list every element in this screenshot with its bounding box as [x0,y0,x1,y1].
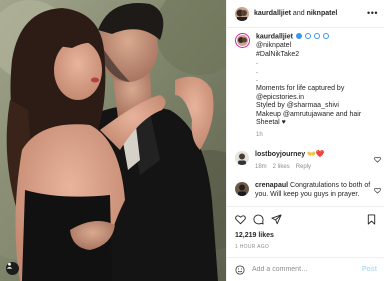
comment-time[interactable]: 18m [255,163,267,172]
avatar-image [235,182,249,196]
caption-line: Makeup @amrutujawane and hair [256,110,362,118]
coauthor-username[interactable]: niknpatel [307,10,338,17]
heart-icon[interactable] [235,214,246,225]
badge-icon [304,33,311,39]
user-tag-button[interactable] [6,262,19,275]
avatar-image [235,151,249,165]
comment-avatar[interactable] [235,182,249,196]
likes-count[interactable]: 12,219 likes [235,232,274,239]
emoji-icon[interactable] [235,264,245,275]
comment-text: 👐❤️ [307,151,325,158]
couple-photo [0,0,226,281]
caption-line: Moments for life captured by [256,85,345,93]
author-connector: and [292,10,305,17]
more-options-button[interactable]: ••• [367,9,378,18]
caption-line: @epicstories.in [256,93,304,101]
post-comment-button[interactable]: Post [362,266,377,273]
comment-username[interactable]: crenapaul [255,182,288,189]
header-authors: kaurdalljiet and niknpatel [254,10,337,17]
post-photo[interactable] [0,0,226,281]
caption-line: Sheetal ♥ [256,119,286,127]
post-side-panel: kaurdalljiet and niknpatel ••• kaurdallj… [226,0,384,281]
avatar-image [237,35,248,46]
comment-username[interactable]: lostboyjourney [255,151,305,158]
comment-input[interactable] [252,266,352,273]
caption-hashtag[interactable]: #DalNikTake2 [256,51,361,60]
caption-avatar[interactable] [235,33,250,48]
avatar-image [235,6,249,21]
comment-body: lostboyjourney 👐❤️ 18m 2 likes Reply [255,151,373,171]
comment-likes[interactable]: 2 likes [273,163,290,172]
badge-icon [313,33,320,39]
instagram-post: kaurdalljiet and niknpatel ••• kaurdallj… [0,0,384,281]
caption-line: . [256,67,258,75]
author-username[interactable]: kaurdalljiet [254,10,291,17]
caption-line: . [256,59,258,67]
comment-avatar[interactable] [235,151,249,165]
caption-mention[interactable]: @niknpatel [256,42,361,51]
comment-icon[interactable] [253,214,264,225]
author-avatar[interactable] [235,6,249,21]
user-tag-icon [6,262,13,269]
caption-line: Styled by @sharmaa_shivi [256,102,339,110]
post-header: kaurdalljiet and niknpatel ••• [227,0,384,28]
like-comment-heart-icon[interactable] [374,156,381,163]
comment-item: lostboyjourney 👐❤️ 18m 2 likes Reply [235,151,381,171]
comment-body: crenapaul Congratulations to both of you… [255,182,373,199]
comment-item: crenapaul Congratulations to both of you… [235,182,381,199]
post-caption: kaurdalljiet @niknpatel #DalNikTake2 . .… [235,33,379,140]
caption-line: . [256,76,258,84]
badge-icon [322,33,329,39]
caption-username[interactable]: kaurdalljiet [256,34,293,41]
verified-icon [295,33,302,39]
share-icon[interactable] [271,214,282,225]
bookmark-icon[interactable] [366,214,377,225]
like-comment-heart-icon[interactable] [374,187,381,194]
post-timestamp[interactable]: 1 HOUR AGO [235,244,269,250]
add-comment-bar: Post [227,257,384,281]
caption-timestamp[interactable]: 1h [256,131,361,140]
comment-meta: 18m 2 likes Reply [255,163,373,172]
caption-text: kaurdalljiet @niknpatel #DalNikTake2 . .… [256,33,361,140]
reply-button[interactable]: Reply [296,163,311,172]
action-bar [227,206,384,230]
